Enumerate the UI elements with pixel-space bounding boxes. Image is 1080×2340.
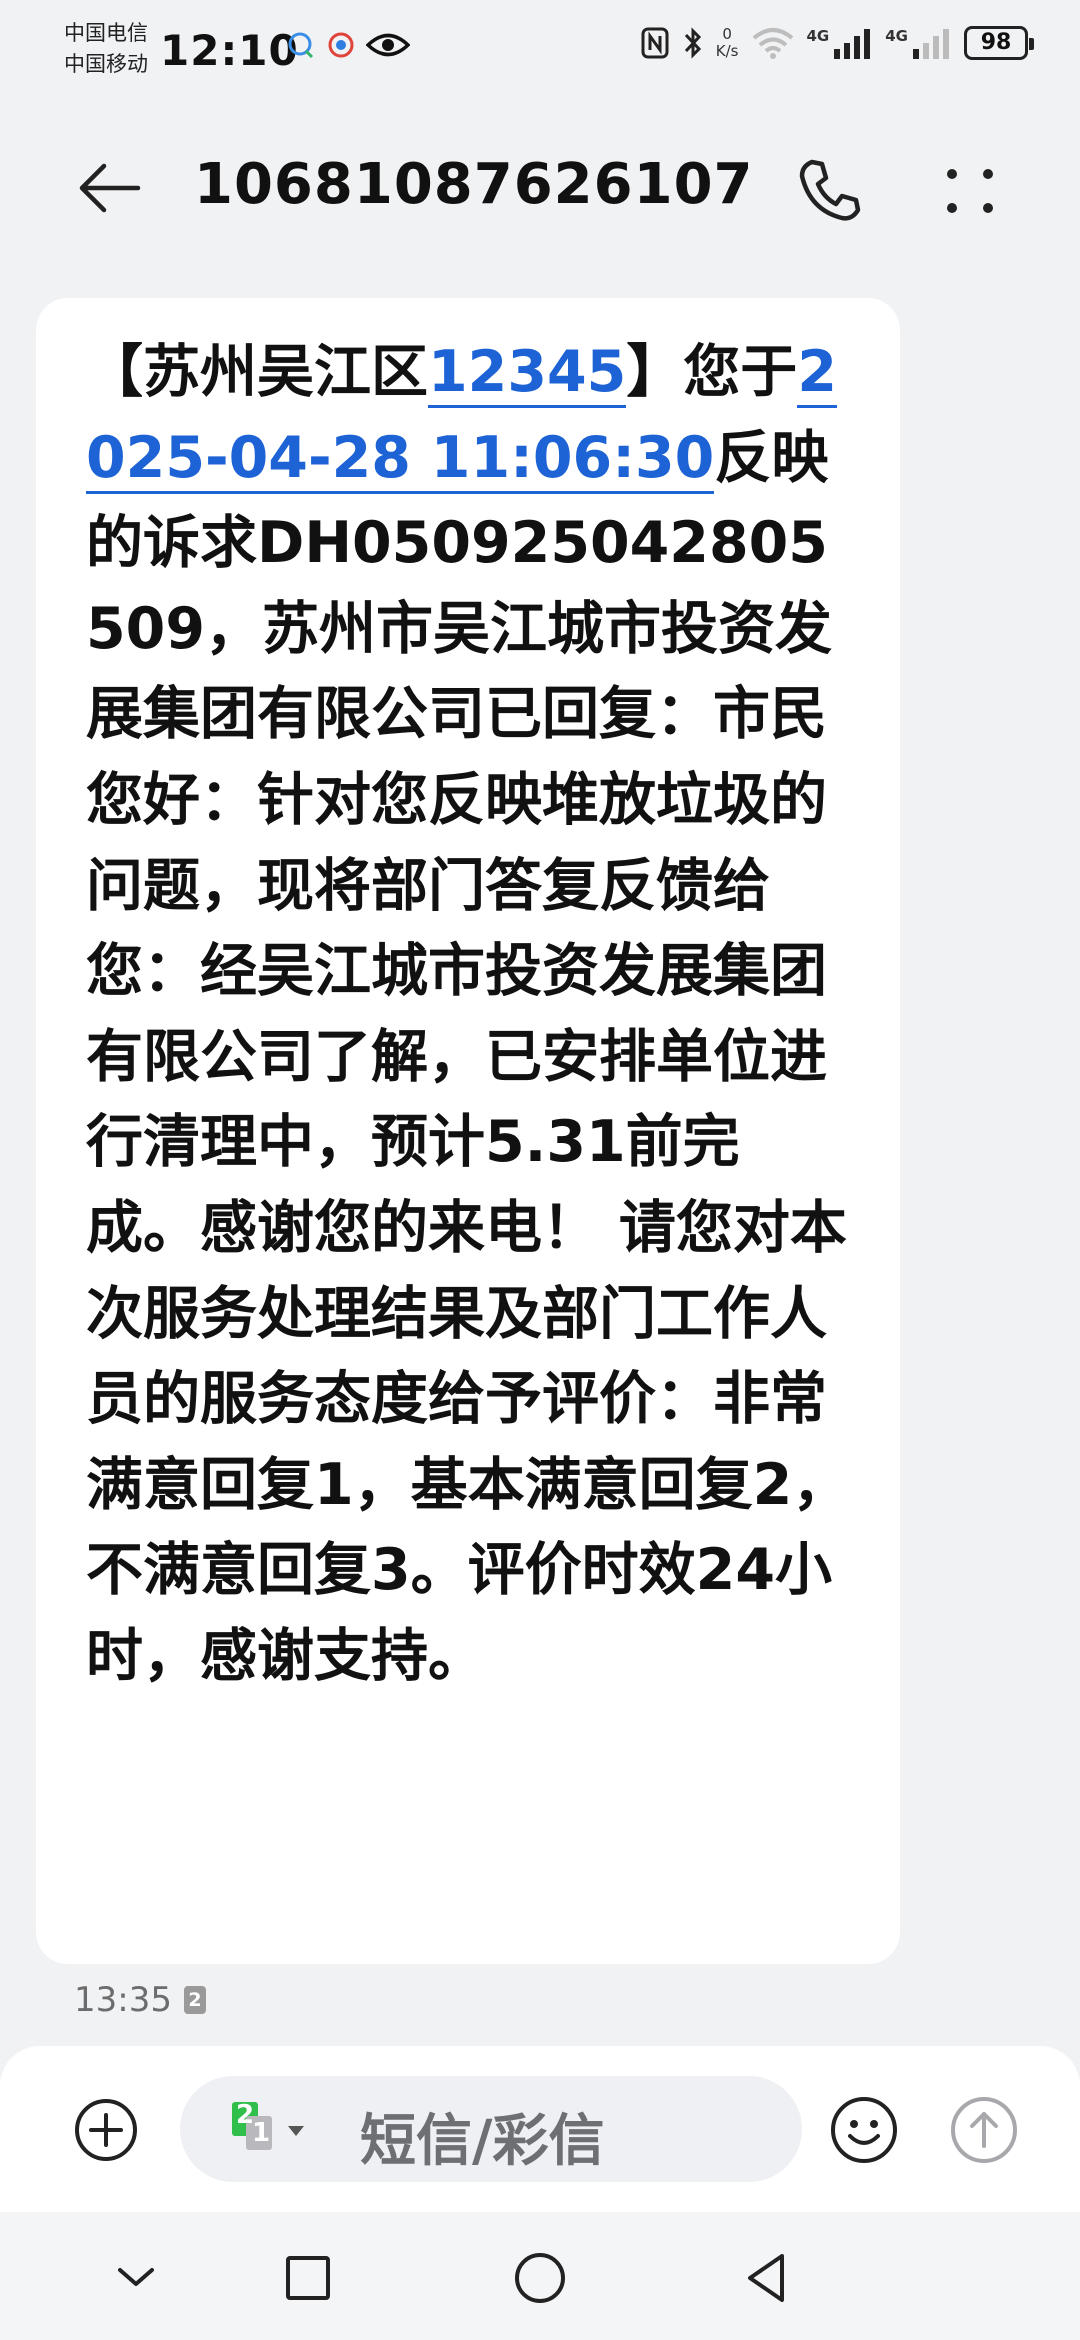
message-text: 【苏州吴江区12345】您于2025-04-28 11:06:30反映的诉求DH…: [86, 330, 850, 1700]
more-options-button[interactable]: [940, 156, 1000, 226]
add-attachment-button[interactable]: [74, 2098, 138, 2162]
call-button[interactable]: [794, 156, 864, 226]
conversation-header: 10681087626107: [0, 120, 1080, 255]
nfc-icon: [641, 27, 669, 59]
add-icon: [75, 2099, 137, 2161]
notification-icons: [286, 30, 410, 60]
nav-home-icon: [515, 2253, 565, 2303]
carrier-labels: 中国电信 中国移动: [64, 18, 148, 80]
emoji-button[interactable]: [830, 2096, 898, 2164]
emoji-icon: [831, 2097, 897, 2163]
app-icon: [328, 32, 354, 58]
net-speed-unit: K/s: [715, 42, 739, 60]
nav-down-icon: [118, 2268, 154, 2286]
status-bar: 中国电信 中国移动 12:10 0 K/s 4G 4G 98: [0, 0, 1080, 104]
nav-recents-button[interactable]: [278, 2248, 338, 2308]
status-time: 12:10: [160, 26, 299, 75]
contact-title: 10681087626107: [194, 152, 754, 217]
nav-back-button[interactable]: [738, 2248, 798, 2308]
message-time: 13:35: [74, 1980, 172, 2020]
message-meta: 13:35 2: [74, 1980, 206, 2020]
chat-bubble-icon: [288, 32, 314, 59]
input-placeholder: 短信/彩信: [360, 2109, 605, 2174]
message-bubble[interactable]: 【苏州吴江区12345】您于2025-04-28 11:06:30反映的诉求DH…: [36, 298, 900, 1964]
signal-2-label: 4G: [885, 27, 908, 45]
message-text-part-3: 反映的诉求DH050925042805509，苏州市吴江城市投资发展集团有限公司…: [86, 424, 850, 1689]
carrier-1: 中国电信: [64, 21, 148, 45]
message-input[interactable]: 2 1 短信/彩信: [180, 2076, 802, 2182]
signal-icon: [834, 29, 871, 59]
back-button[interactable]: [74, 158, 144, 218]
message-text-part-1: 【苏州吴江区: [86, 339, 428, 405]
signal-1-label: 4G: [806, 27, 830, 45]
sim-secondary-label: 1: [252, 2118, 271, 2148]
phone-icon: [799, 159, 861, 221]
system-icons: 0 K/s 4G 4G 98: [640, 26, 1034, 60]
sim-selector[interactable]: 2 1: [230, 2100, 306, 2160]
more-icon: [947, 169, 993, 213]
net-speed-value: 0: [722, 25, 732, 43]
message-link-hotline[interactable]: 12345: [428, 339, 627, 408]
wifi-icon: [752, 28, 793, 59]
signal-icon: [913, 29, 949, 59]
eye-icon: [366, 33, 410, 57]
composer-bar: 2 1 短信/彩信: [0, 2046, 1080, 2212]
bluetooth-icon: [684, 27, 701, 59]
signal-1: 4G: [807, 27, 874, 59]
nav-back-icon: [748, 2254, 784, 2302]
nav-down-button[interactable]: [106, 2248, 166, 2308]
message-text-part-2: 】您于: [626, 339, 798, 405]
send-icon: [951, 2097, 1017, 2163]
nav-recents-icon: [286, 2256, 330, 2300]
back-arrow-icon: [79, 163, 141, 213]
battery-icon: 98: [964, 26, 1034, 60]
nav-home-button[interactable]: [510, 2248, 570, 2308]
net-speed: 0 K/s: [716, 26, 739, 60]
sim-badge: 2: [183, 1986, 206, 2014]
navigation-bar: [0, 2212, 1080, 2340]
signal-2: 4G: [885, 27, 952, 59]
send-button[interactable]: [950, 2096, 1018, 2164]
carrier-2: 中国移动: [64, 52, 148, 76]
